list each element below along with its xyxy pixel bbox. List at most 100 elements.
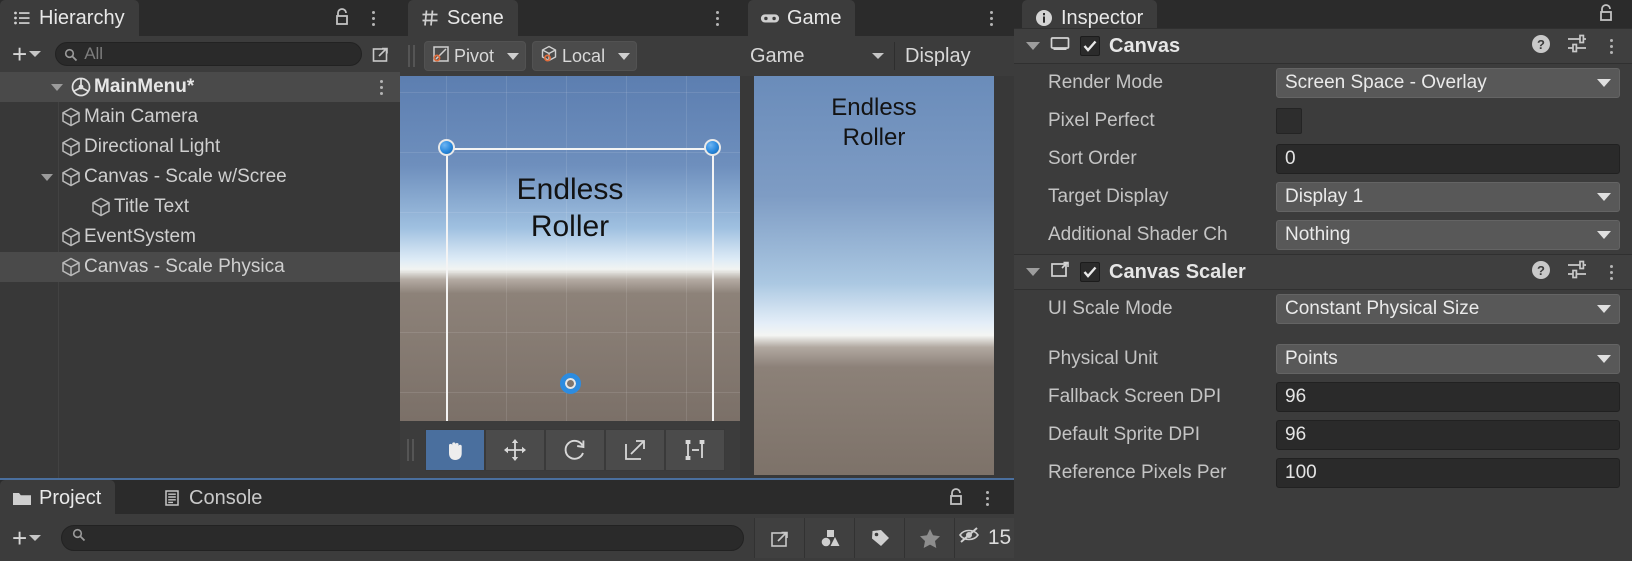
rotate-tool-button[interactable]: [545, 428, 605, 471]
input-value: 96: [1285, 424, 1307, 445]
pivot-icon: [431, 44, 451, 69]
dropdown-value: Points: [1285, 348, 1338, 369]
hierarchy-scene-row[interactable]: MainMenu*: [0, 72, 400, 102]
search-expand-icon[interactable]: [754, 517, 804, 558]
tab-scene[interactable]: Scene: [408, 0, 518, 36]
rect-handle-top-left[interactable]: [438, 139, 455, 156]
preset-icon[interactable]: [1566, 33, 1588, 60]
input-sort-order[interactable]: 0: [1276, 144, 1620, 174]
component-menu-icon[interactable]: [1602, 258, 1620, 286]
hierarchy-item-directional-light[interactable]: Directional Light: [0, 132, 400, 162]
help-icon[interactable]: ?: [1530, 33, 1552, 60]
chevron-down-icon: [29, 51, 42, 57]
tab-scene-label: Scene: [447, 6, 504, 29]
project-search-input[interactable]: [61, 524, 744, 551]
game-viewport[interactable]: Endless Roller: [754, 76, 994, 475]
inspector-tabstrip: Inspector: [1014, 0, 1632, 36]
hierarchy-item-canvas-scale-w-scree[interactable]: Canvas - Scale w/Scree: [0, 162, 400, 192]
hand-tool-button[interactable]: [425, 428, 485, 471]
chevron-down-icon: [1597, 305, 1611, 313]
lock-icon[interactable]: [332, 6, 352, 30]
field-control: 96: [1276, 382, 1632, 412]
scene-viewport[interactable]: Endless Roller: [400, 76, 740, 421]
foldout-icon[interactable]: [36, 173, 58, 181]
game-object-cube-icon: [88, 196, 114, 218]
project-create-button[interactable]: +: [6, 525, 47, 551]
component-menu-icon[interactable]: [1602, 32, 1620, 60]
dropdown-ui-scale-mode[interactable]: Constant Physical Size: [1276, 294, 1620, 324]
hierarchy-menu-icon[interactable]: [364, 4, 382, 32]
hidden-objects-toggle[interactable]: 15: [954, 517, 1014, 558]
move-tool-button[interactable]: [485, 428, 545, 471]
dropdown-physical-unit[interactable]: Points: [1276, 344, 1620, 374]
create-object-button[interactable]: +: [6, 41, 47, 67]
pivot-dropdown[interactable]: Pivot: [424, 41, 527, 71]
hierarchy-item-title-text[interactable]: Title Text: [0, 192, 400, 222]
canvas-icon: [1049, 33, 1071, 60]
help-icon[interactable]: ?: [1530, 259, 1552, 286]
dropdown-value: Constant Physical Size: [1285, 298, 1480, 319]
scene-menu-icon[interactable]: [708, 4, 726, 32]
dropdown-additional-shader-ch[interactable]: Nothing: [1276, 220, 1620, 250]
preset-icon[interactable]: [1566, 259, 1588, 286]
favorites-star-icon[interactable]: [904, 517, 954, 558]
lock-icon[interactable]: [1596, 2, 1616, 26]
field-label: Sort Order: [1048, 148, 1137, 169]
scene-foldout-icon[interactable]: [46, 83, 68, 91]
hierarchy-list-icon: [12, 8, 32, 28]
tab-project[interactable]: Project: [0, 480, 116, 516]
scene-toolbar: Pivot Local: [400, 36, 740, 76]
lock-icon[interactable]: [946, 486, 966, 510]
tab-console[interactable]: Console: [150, 480, 276, 516]
dropdown-render-mode[interactable]: Screen Space - Overlay: [1276, 68, 1620, 98]
input-reference-pixels-per[interactable]: 100: [1276, 458, 1620, 488]
unity-scene-icon: [68, 76, 94, 98]
hierarchy-item-label: Canvas - Scale w/Scree: [84, 166, 287, 187]
project-menu-icon[interactable]: [978, 484, 996, 512]
hierarchy-search-expand-icon[interactable]: [368, 41, 394, 67]
chevron-down-icon: [1597, 231, 1611, 239]
tab-game[interactable]: Game: [748, 0, 856, 36]
rect-tool-button[interactable]: [665, 428, 725, 471]
game-aspect-dropdown[interactable]: Game: [740, 36, 894, 76]
label-filter-icon[interactable]: [854, 517, 904, 558]
field-row-fallback-screen-dpi: Fallback Screen DPI 96: [1014, 378, 1632, 416]
hierarchy-item-eventsystem[interactable]: EventSystem: [0, 222, 400, 252]
component-enabled-checkbox[interactable]: [1080, 262, 1100, 282]
hierarchy-item-main-camera[interactable]: Main Camera: [0, 102, 400, 132]
component-enabled-checkbox[interactable]: [1080, 36, 1100, 56]
input-fallback-screen-dpi[interactable]: 96: [1276, 382, 1620, 412]
handle-space-dropdown[interactable]: Local: [532, 41, 638, 71]
scene-row-menu-icon[interactable]: [372, 73, 390, 101]
component-foldout-icon[interactable]: [1026, 268, 1040, 276]
scale-tool-button[interactable]: [605, 428, 665, 471]
game-display-dropdown[interactable]: Display: [895, 36, 981, 76]
hierarchy-scene-name: MainMenu*: [94, 76, 195, 97]
field-row-sort-order: Sort Order 0: [1014, 140, 1632, 178]
chevron-down-icon: [29, 534, 42, 541]
hierarchy-search-input[interactable]: All: [55, 42, 362, 66]
game-toolbar: Game Display: [740, 36, 1014, 76]
tool-bar-grip[interactable]: [407, 438, 417, 461]
dropdown-target-display[interactable]: Display 1: [1276, 182, 1620, 212]
rect-pivot-handle[interactable]: [560, 373, 581, 394]
inspector-panel: Inspector Canvas? Render Mode Screen Space…: [1014, 0, 1632, 561]
input-default-sprite-dpi[interactable]: 96: [1276, 420, 1620, 450]
toolbar-grip[interactable]: [408, 45, 418, 67]
field-control: 96: [1276, 420, 1632, 450]
component-foldout-icon[interactable]: [1026, 42, 1040, 50]
hierarchy-tree[interactable]: MainMenu* Main Camera Directional Light Ca…: [0, 72, 400, 478]
input-value: 96: [1285, 386, 1307, 407]
hierarchy-item-canvas-scale-physica[interactable]: Canvas - Scale Physica: [0, 252, 400, 282]
tab-hierarchy[interactable]: Hierarchy: [0, 0, 139, 36]
component-header-canvas[interactable]: Canvas?: [1014, 28, 1632, 64]
game-menu-icon[interactable]: [982, 4, 1000, 32]
checkbox-pixel-perfect[interactable]: [1276, 108, 1302, 134]
tab-game-label: Game: [787, 6, 842, 29]
game-display-label: Display: [905, 44, 971, 67]
shapes-filter-icon[interactable]: [804, 517, 854, 558]
field-control: Constant Physical Size: [1276, 294, 1632, 324]
hierarchy-tabstrip: Hierarchy: [0, 0, 400, 36]
component-header-canvas-scaler[interactable]: Canvas Scaler?: [1014, 254, 1632, 290]
rect-handle-top-right[interactable]: [704, 139, 721, 156]
